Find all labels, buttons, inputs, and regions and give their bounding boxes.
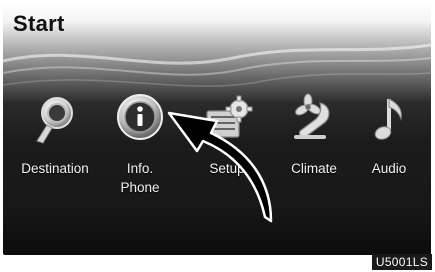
climate-fan-seat-icon [294,93,330,139]
info-phone-button[interactable]: Info. Phone [100,93,180,203]
setup-label: Setup [209,161,245,176]
info-phone-label: Info. Phone [120,161,160,195]
figure-code: U5001LS [371,254,432,270]
destination-magnifier-icon [36,97,73,144]
audio-button[interactable]: Audio [349,93,429,203]
audio-label: Audio [371,161,407,176]
climate-label: Climate [291,161,337,176]
setup-gear-icon [206,95,253,138]
setup-button[interactable]: Setup [187,93,267,203]
info-icon [117,94,163,140]
destination-button[interactable]: Destination [15,93,95,203]
destination-label: Destination [21,161,89,176]
climate-button[interactable]: Climate [274,93,354,203]
start-screen: Start Destination Info. Phone Setup Clim… [3,3,431,255]
music-note-icon [374,98,402,140]
page-title: Start [13,11,65,36]
